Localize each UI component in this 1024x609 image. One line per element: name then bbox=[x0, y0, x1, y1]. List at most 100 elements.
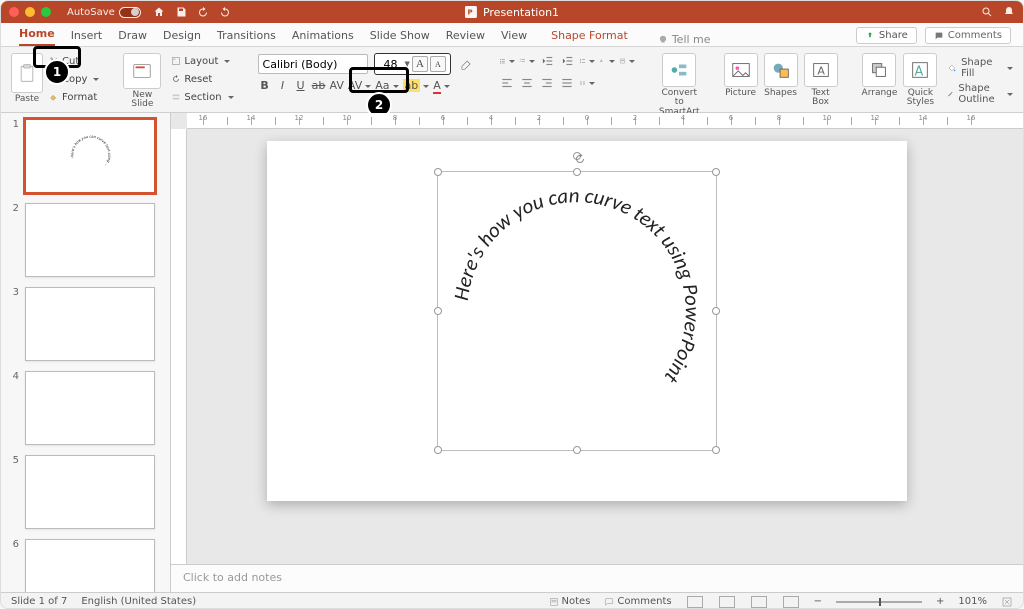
vertical-ruler[interactable] bbox=[171, 129, 187, 564]
language-indicator[interactable]: English (United States) bbox=[81, 596, 196, 607]
increase-font-button[interactable]: A bbox=[412, 56, 428, 72]
strike-button[interactable]: ab bbox=[312, 79, 326, 92]
slide-canvas-area[interactable]: Here's how you can curve text using Powe… bbox=[187, 129, 1023, 564]
align-left-button[interactable] bbox=[499, 75, 515, 91]
quick-styles-button[interactable]: AQuick Styles bbox=[903, 53, 937, 108]
text-direction-button[interactable]: A bbox=[599, 53, 615, 69]
picture-button[interactable]: Picture bbox=[724, 53, 758, 98]
new-slide-button[interactable]: New Slide bbox=[123, 53, 161, 110]
justify-button[interactable] bbox=[559, 75, 575, 91]
thumbnail-1[interactable]: 1Here's how you can curve text using … bbox=[11, 119, 166, 193]
clear-formatting-button[interactable] bbox=[457, 55, 475, 73]
numbering-button[interactable]: 12 bbox=[519, 53, 535, 69]
line-spacing-button[interactable] bbox=[579, 53, 595, 69]
shape-outline-button[interactable]: Shape Outline bbox=[947, 83, 1012, 105]
autosave-toggle[interactable]: AutoSave bbox=[67, 7, 141, 18]
convert-smartart-button[interactable]: Convert to SmartArt bbox=[659, 53, 700, 117]
tab-view[interactable]: View bbox=[501, 29, 527, 46]
section-button[interactable]: Section bbox=[171, 89, 233, 105]
thumbnail-3[interactable]: 3 bbox=[11, 287, 166, 361]
shape-fill-button[interactable]: Shape Fill bbox=[947, 57, 1012, 79]
font-color-button[interactable]: A bbox=[433, 79, 450, 92]
comments-toggle[interactable]: Comments bbox=[604, 596, 671, 607]
change-case-button[interactable]: Aa bbox=[375, 79, 398, 92]
layout-button[interactable]: Layout bbox=[171, 53, 233, 69]
notes-pane[interactable]: Click to add notes bbox=[171, 564, 1023, 592]
increase-indent-button[interactable] bbox=[559, 53, 575, 69]
tab-design[interactable]: Design bbox=[163, 29, 201, 46]
character-spacing-button[interactable]: AV bbox=[348, 79, 371, 92]
zoom-window-button[interactable] bbox=[41, 7, 51, 17]
slide-thumbnails[interactable]: 1Here's how you can curve text using … 2… bbox=[1, 113, 171, 592]
zoom-out-button[interactable]: − bbox=[814, 596, 822, 607]
redo-icon[interactable] bbox=[219, 6, 231, 18]
font-size-input[interactable] bbox=[379, 58, 403, 71]
comment-icon bbox=[934, 31, 944, 41]
reset-button[interactable]: Reset bbox=[171, 71, 233, 87]
slide-1[interactable]: Here's how you can curve text using Powe… bbox=[267, 141, 907, 501]
home-icon[interactable] bbox=[153, 6, 165, 18]
underline-button[interactable]: U bbox=[294, 79, 308, 92]
textbox-button[interactable]: AText Box bbox=[804, 53, 838, 108]
align-left-icon bbox=[500, 76, 514, 90]
rotate-handle[interactable] bbox=[573, 152, 581, 160]
search-icon[interactable] bbox=[981, 6, 993, 18]
minimize-window-button[interactable] bbox=[25, 7, 35, 17]
comments-button[interactable]: Comments bbox=[925, 27, 1011, 44]
close-window-button[interactable] bbox=[9, 7, 19, 17]
shapes-button[interactable]: Shapes bbox=[764, 53, 798, 98]
share-icon bbox=[865, 31, 875, 41]
titlebar-right bbox=[981, 6, 1015, 18]
horizontal-ruler[interactable]: 1614121086420246810121416 bbox=[187, 113, 1023, 129]
tab-draw[interactable]: Draw bbox=[118, 29, 147, 46]
bullets-button[interactable] bbox=[499, 53, 515, 69]
font-name-input[interactable] bbox=[258, 54, 368, 74]
share-button[interactable]: Share bbox=[856, 27, 917, 44]
decrease-indent-button[interactable] bbox=[539, 53, 555, 69]
save-icon[interactable] bbox=[175, 6, 187, 18]
tab-transitions[interactable]: Transitions bbox=[217, 29, 276, 46]
thumbnail-5[interactable]: 5 bbox=[11, 455, 166, 529]
format-painter-button[interactable]: Format bbox=[49, 89, 99, 105]
thumbnail-4[interactable]: 4 bbox=[11, 371, 166, 445]
tab-insert[interactable]: Insert bbox=[71, 29, 103, 46]
columns-button[interactable] bbox=[579, 75, 595, 91]
cut-button[interactable]: Cut bbox=[49, 53, 99, 69]
undo-icon[interactable] bbox=[197, 6, 209, 18]
bold-button[interactable]: B bbox=[258, 79, 272, 92]
slide-counter[interactable]: Slide 1 of 7 bbox=[11, 596, 67, 607]
thumbnail-6[interactable]: 6 bbox=[11, 539, 166, 592]
bell-icon[interactable] bbox=[1003, 6, 1015, 18]
align-center-button[interactable] bbox=[519, 75, 535, 91]
view-slideshow-button[interactable] bbox=[783, 596, 799, 608]
autosave-switch-off[interactable] bbox=[119, 7, 141, 18]
align-text-button[interactable] bbox=[619, 53, 635, 69]
view-reading-button[interactable] bbox=[751, 596, 767, 608]
fit-to-window-button[interactable] bbox=[1001, 596, 1013, 608]
shadow-button[interactable]: AV bbox=[330, 79, 344, 92]
arrange-button[interactable]: Arrange bbox=[862, 53, 898, 98]
mac-titlebar: AutoSave P Presentation1 bbox=[1, 1, 1023, 23]
notes-toggle[interactable]: Notes bbox=[549, 596, 591, 607]
chevron-down-icon[interactable]: ▼ bbox=[405, 60, 410, 68]
tab-home[interactable]: Home bbox=[19, 27, 55, 46]
thumbnail-2[interactable]: 2 bbox=[11, 203, 166, 277]
tab-slideshow[interactable]: Slide Show bbox=[370, 29, 430, 46]
view-sorter-button[interactable] bbox=[719, 596, 735, 608]
zoom-slider[interactable] bbox=[836, 601, 922, 603]
paste-button[interactable]: Paste bbox=[11, 53, 43, 105]
tab-shape-format[interactable]: Shape Format bbox=[551, 29, 628, 46]
copy-button[interactable]: Copy bbox=[49, 71, 99, 87]
zoom-value[interactable]: 101% bbox=[958, 596, 987, 607]
line-spacing-icon bbox=[579, 54, 586, 68]
tab-review[interactable]: Review bbox=[446, 29, 485, 46]
zoom-in-button[interactable]: + bbox=[936, 596, 944, 607]
highlight-button[interactable]: ab bbox=[403, 79, 430, 92]
align-right-button[interactable] bbox=[539, 75, 555, 91]
tab-animations[interactable]: Animations bbox=[292, 29, 354, 46]
decrease-font-button[interactable]: A bbox=[430, 56, 446, 72]
italic-button[interactable]: I bbox=[276, 79, 290, 92]
tell-me-search[interactable]: Tell me bbox=[658, 33, 711, 46]
view-normal-button[interactable] bbox=[687, 596, 703, 608]
curved-text-box[interactable]: Here's how you can curve text using Powe… bbox=[437, 171, 717, 451]
